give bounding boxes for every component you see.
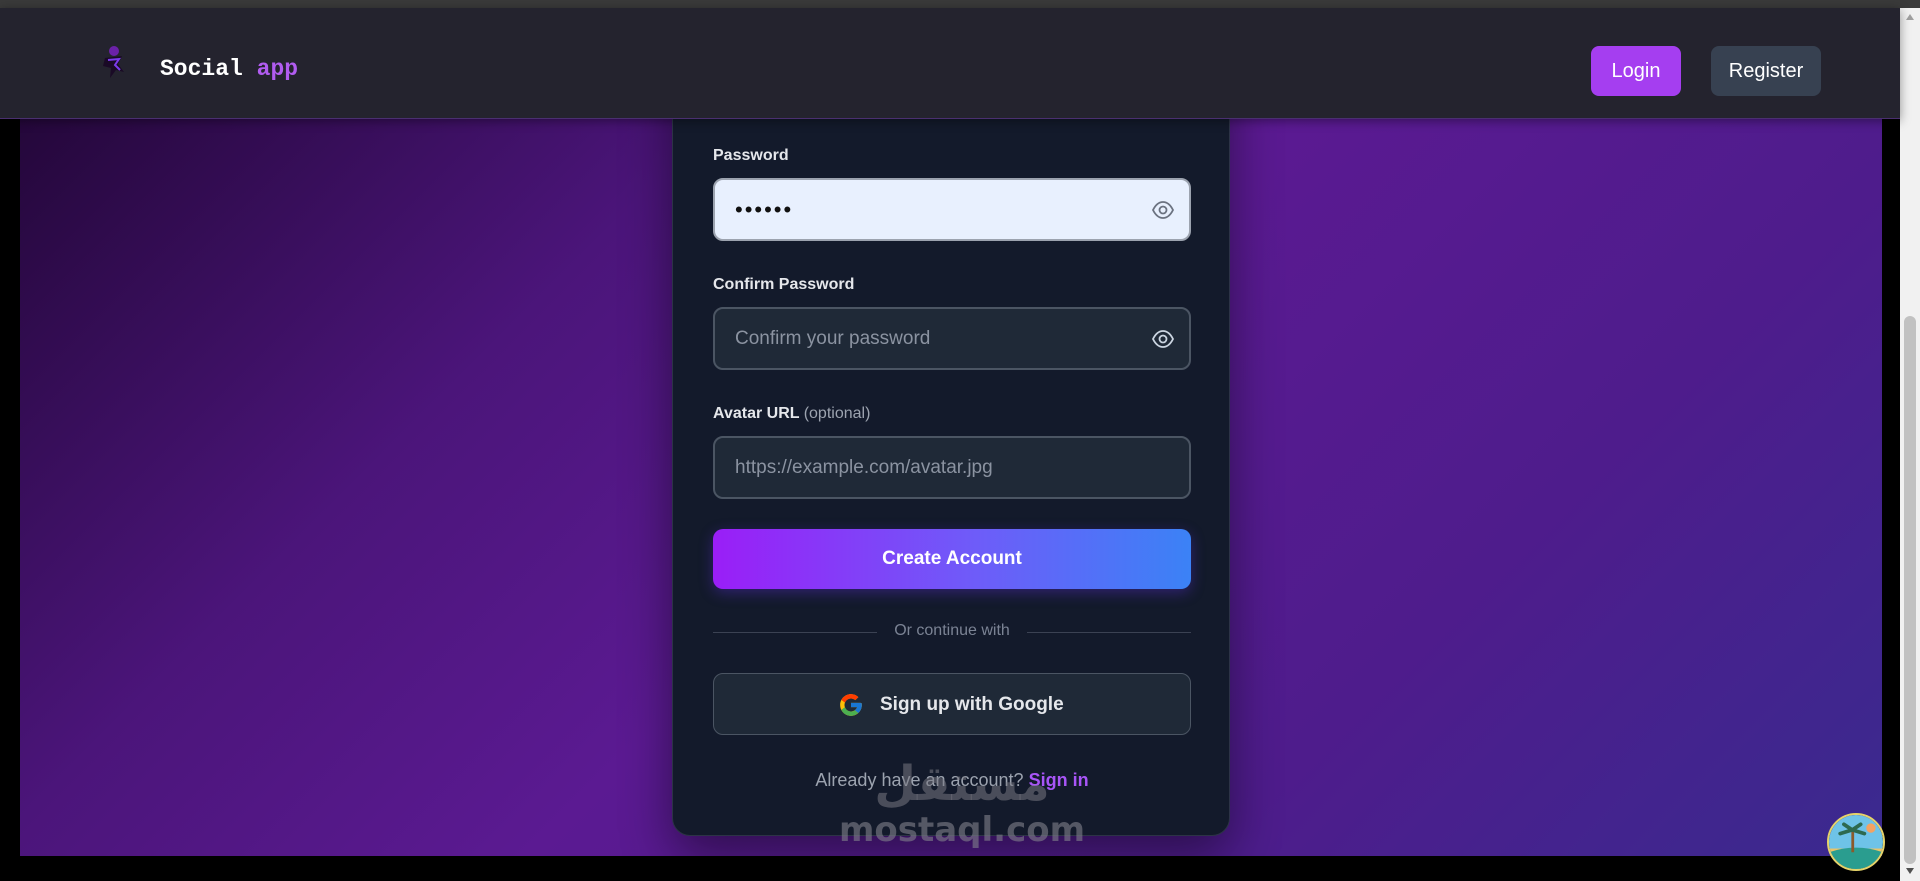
avatar-url-label-text: Avatar URL: [713, 405, 800, 422]
login-button[interactable]: Login: [1591, 46, 1681, 96]
browser-top-strip: [0, 0, 1920, 8]
google-signup-button[interactable]: Sign up with Google: [713, 673, 1191, 735]
optional-note: (optional): [803, 405, 871, 422]
confirm-password-label: Confirm Password: [713, 276, 855, 293]
eye-icon[interactable]: [1151, 328, 1175, 350]
confirm-password-input[interactable]: [735, 309, 1135, 368]
avatar-url-label: Avatar URL (optional): [713, 405, 870, 423]
register-button[interactable]: Register: [1711, 46, 1821, 96]
signin-row: Already have an account? Sign in: [673, 770, 1231, 791]
signin-link[interactable]: Sign in: [1029, 770, 1089, 790]
scroll-up-arrow-icon[interactable]: [1906, 14, 1914, 20]
brand-title[interactable]: Social app: [160, 56, 298, 82]
avatar-url-input[interactable]: [735, 438, 1135, 497]
brand-main: Social: [160, 56, 243, 82]
brand-accent: app: [256, 56, 299, 82]
password-label: Password: [713, 147, 789, 164]
password-input[interactable]: [735, 180, 1135, 239]
scroll-down-arrow-icon[interactable]: [1906, 868, 1914, 874]
navbar: Social app Login Register: [0, 8, 1900, 119]
divider-text: Or continue with: [894, 622, 1010, 639]
password-field[interactable]: [713, 178, 1191, 241]
scrollbar-thumb[interactable]: [1904, 316, 1916, 864]
signin-prompt: Already have an account?: [815, 770, 1024, 790]
social-app-logo-icon[interactable]: [100, 44, 128, 80]
google-icon: [840, 694, 862, 716]
eye-icon[interactable]: [1151, 199, 1175, 221]
avatar-url-field[interactable]: [713, 436, 1191, 499]
create-account-button[interactable]: Create Account: [713, 529, 1191, 589]
confirm-password-field[interactable]: [713, 307, 1191, 370]
google-signup-label: Sign up with Google: [880, 694, 1064, 715]
floating-badge-icon[interactable]: [1827, 813, 1885, 871]
divider-line-right: [1027, 632, 1191, 633]
register-card: Password Confirm Password Avatar URL (op…: [672, 60, 1230, 836]
